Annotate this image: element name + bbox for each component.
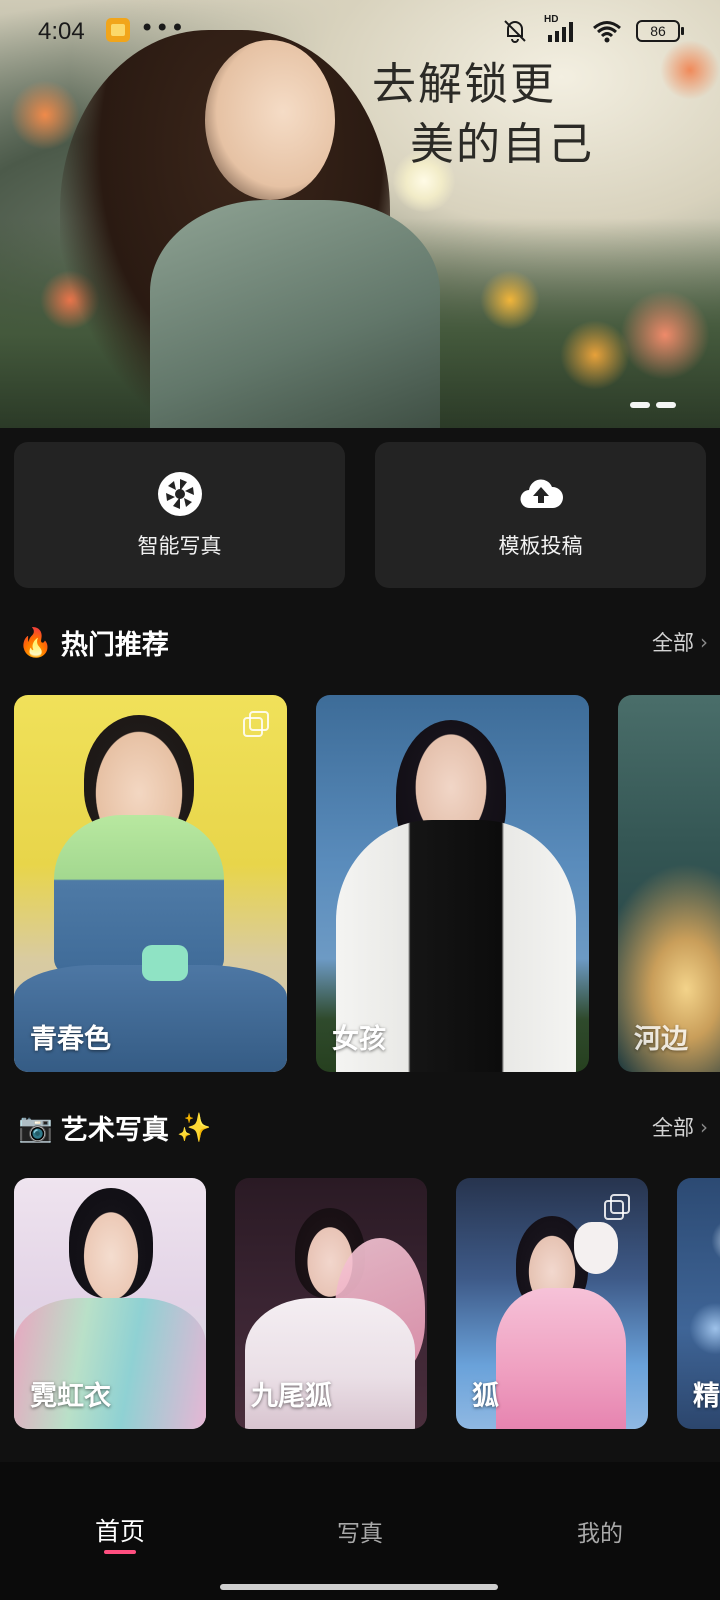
cell-signal-icon: HD bbox=[542, 14, 578, 44]
banner-flower bbox=[10, 80, 80, 150]
fire-icon: 🔥 bbox=[18, 625, 53, 659]
card-figure-body bbox=[54, 815, 224, 975]
gesture-home-bar[interactable] bbox=[220, 1584, 498, 1590]
hot-see-all-link[interactable]: 全部 › bbox=[652, 627, 708, 657]
template-card-title: 河边 bbox=[634, 1024, 688, 1055]
hot-cards-row[interactable]: 青春色 女孩 河边 bbox=[14, 695, 720, 1072]
template-card[interactable]: 青春色 bbox=[14, 695, 287, 1072]
network-type: HD bbox=[544, 14, 559, 25]
banner-dot-active[interactable] bbox=[656, 402, 676, 408]
template-card-title: 狐 bbox=[472, 1381, 499, 1412]
camera-icon: 📷 bbox=[18, 1110, 53, 1144]
status-bar: 4:04 ••• HD 86 bbox=[0, 0, 720, 70]
card-figure-body bbox=[496, 1288, 626, 1429]
banner-girl-robe bbox=[150, 200, 440, 428]
template-card-title: 九尾狐 bbox=[251, 1381, 332, 1412]
mute-bell-icon bbox=[502, 18, 528, 44]
nav-tab-home[interactable]: 首页 bbox=[95, 1512, 145, 1548]
camera-aperture-icon bbox=[157, 472, 202, 516]
sparkles-icon: ✨ bbox=[176, 1110, 212, 1144]
wifi-icon bbox=[592, 19, 622, 43]
card-figure-mask bbox=[574, 1222, 618, 1274]
template-card-title: 青春色 bbox=[30, 1024, 111, 1055]
template-card-title: 女孩 bbox=[332, 1024, 386, 1055]
template-card[interactable]: 九尾狐 bbox=[235, 1178, 427, 1429]
banner-flower bbox=[480, 270, 540, 330]
status-more: ••• bbox=[140, 14, 186, 42]
chevron-right-icon: › bbox=[700, 1115, 708, 1139]
art-see-all-label: 全部 bbox=[652, 1116, 694, 1140]
status-time: 4:04 bbox=[38, 18, 85, 45]
art-section-title: 艺术写真 bbox=[60, 1114, 169, 1146]
template-card[interactable]: 女孩 bbox=[316, 695, 589, 1072]
art-cards-row[interactable]: 霓虹衣 九尾狐 狐 精 bbox=[14, 1178, 720, 1429]
nav-tab-mine[interactable]: 我的 bbox=[577, 1514, 623, 1548]
banner-flower bbox=[620, 290, 710, 380]
template-submit-label: 模板投稿 bbox=[498, 534, 583, 558]
banner-dot[interactable] bbox=[630, 402, 650, 408]
banner-pagination bbox=[630, 402, 676, 408]
card-figure-bag bbox=[142, 945, 188, 981]
battery-indicator: 86 bbox=[636, 20, 684, 42]
quick-actions: 智能写真 模板投稿 bbox=[14, 442, 706, 588]
template-card-title: 霓虹衣 bbox=[30, 1381, 111, 1412]
template-card[interactable]: 霓虹衣 bbox=[14, 1178, 206, 1429]
art-section-header: 📷 艺术写真 ✨ 全部 › bbox=[18, 1105, 708, 1149]
bottom-navigation: 首页 写真 我的 bbox=[0, 1462, 720, 1600]
multi-image-icon bbox=[604, 1194, 630, 1220]
nav-tab-portrait[interactable]: 写真 bbox=[337, 1514, 383, 1548]
template-submit-button[interactable]: 模板投稿 bbox=[375, 442, 706, 588]
card-figure-head bbox=[69, 1188, 153, 1298]
hot-section-title: 热门推荐 bbox=[60, 629, 169, 661]
template-card-title: 精 bbox=[693, 1381, 720, 1412]
art-see-all-link[interactable]: 全部 › bbox=[652, 1112, 708, 1142]
multi-image-icon bbox=[243, 711, 269, 737]
template-card[interactable]: 河边 bbox=[618, 695, 720, 1072]
banner-flower bbox=[560, 320, 630, 390]
cloud-upload-icon bbox=[519, 479, 563, 509]
banner-slogan-line2: 美的自己 bbox=[410, 119, 594, 170]
smart-portrait-label: 智能写真 bbox=[137, 534, 222, 558]
notification-app-icon bbox=[106, 18, 130, 42]
nav-active-indicator bbox=[104, 1550, 136, 1554]
chevron-right-icon: › bbox=[700, 630, 708, 654]
template-card[interactable]: 狐 bbox=[456, 1178, 648, 1429]
hot-section-header: 🔥 热门推荐 全部 › bbox=[18, 620, 708, 664]
smart-portrait-button[interactable]: 智能写真 bbox=[14, 442, 345, 588]
template-card[interactable]: 精 bbox=[677, 1178, 720, 1429]
hot-see-all-label: 全部 bbox=[652, 631, 694, 655]
